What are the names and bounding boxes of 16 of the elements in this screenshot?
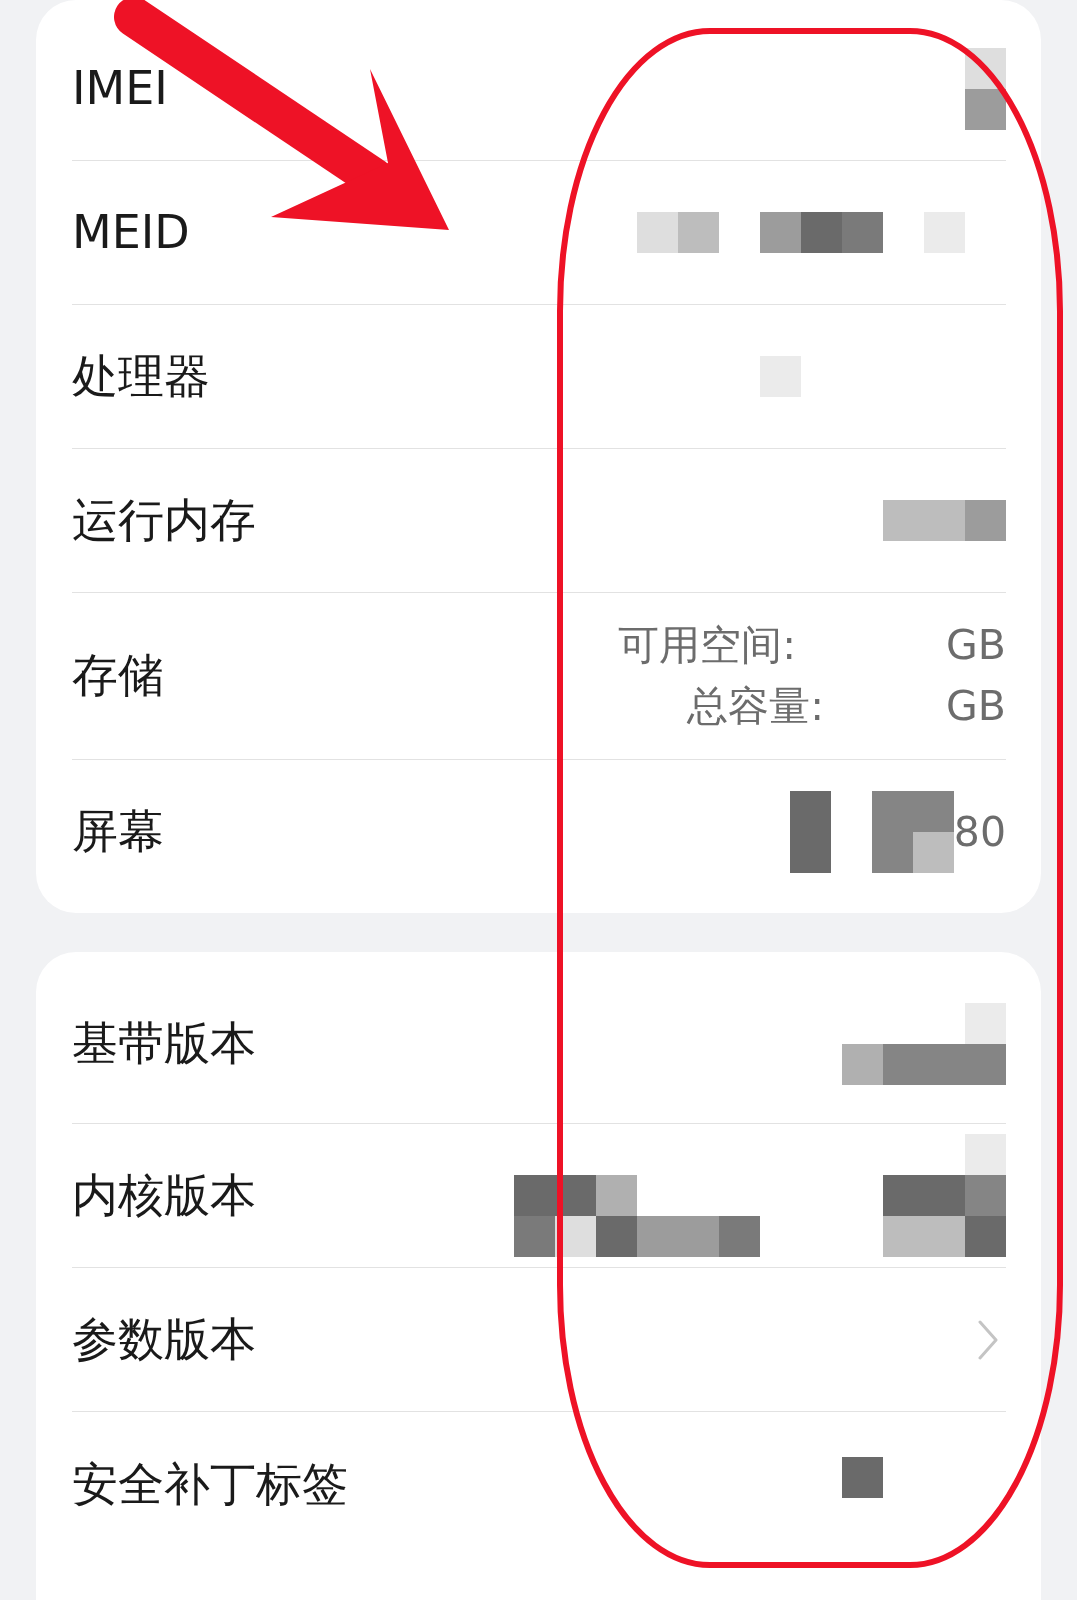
storage-label: 总容量: bbox=[687, 681, 825, 732]
row-label: 运行内存 bbox=[72, 492, 256, 549]
row-label: 存储 bbox=[72, 648, 164, 704]
row-label: IMEI bbox=[72, 60, 168, 117]
row-label: MEID bbox=[72, 204, 190, 261]
row-label: 基带版本 bbox=[72, 1015, 256, 1072]
row-label: 安全补丁标签 bbox=[72, 1457, 348, 1513]
row-value: 80 bbox=[953, 806, 1006, 858]
row-label[interactable]: 参数版本 bbox=[72, 1311, 256, 1368]
storage-value: GB bbox=[946, 681, 1006, 732]
row-label: 处理器 bbox=[72, 348, 210, 405]
storage-label: 可用空间: bbox=[618, 620, 797, 671]
row-label: 屏幕 bbox=[72, 804, 164, 860]
chevron-icon[interactable] bbox=[978, 1319, 998, 1360]
storage-value: GB bbox=[946, 620, 1006, 671]
row-label: 内核版本 bbox=[72, 1167, 256, 1224]
